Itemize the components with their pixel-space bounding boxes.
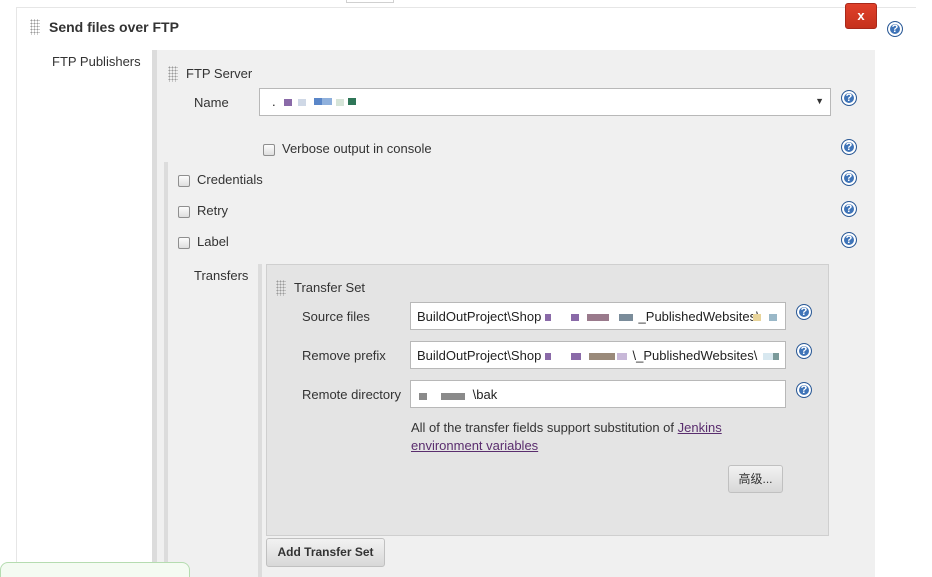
remote-directory-value: \bak: [472, 387, 498, 402]
help-icon[interactable]: ?: [841, 232, 857, 248]
source-files-label: Source files: [302, 309, 370, 324]
notification-bubble: [0, 562, 190, 577]
redacted-block: [336, 99, 344, 106]
help-icon[interactable]: ?: [887, 21, 903, 37]
redacted-block: [284, 99, 292, 106]
redacted-block: [322, 98, 332, 105]
help-icon[interactable]: ?: [841, 139, 857, 155]
remove-prefix-value-suffix: \_PublishedWebsites\: [632, 348, 758, 363]
transfers-label: Transfers: [194, 268, 249, 283]
redacted-block: [773, 353, 779, 360]
help-icon[interactable]: ?: [796, 304, 812, 320]
drag-handle-icon[interactable]: [168, 66, 178, 82]
add-transfer-set-button[interactable]: Add Transfer Set: [266, 538, 385, 567]
drag-handle-icon[interactable]: [276, 280, 286, 296]
redacted-block: [753, 314, 761, 321]
transfer-set-heading: Transfer Set: [294, 280, 366, 295]
label-checkbox[interactable]: [178, 237, 190, 249]
credentials-label: Credentials: [197, 172, 263, 187]
server-name-select[interactable]: . ▼: [259, 88, 831, 116]
redacted-block: [348, 98, 356, 105]
redacted-block: [441, 393, 465, 400]
remote-directory-label: Remote directory: [302, 387, 401, 402]
transfers-bar: [258, 264, 262, 577]
retry-label: Retry: [197, 203, 229, 218]
redacted-block: [587, 314, 609, 321]
verbose-checkbox[interactable]: [263, 144, 275, 156]
help-icon[interactable]: ?: [841, 201, 857, 217]
redacted-block: [571, 314, 579, 321]
redacted-block: [314, 98, 322, 105]
help-icon[interactable]: ?: [796, 382, 812, 398]
server-bar: [164, 162, 168, 577]
info-text: All of the transfer fields support subst…: [411, 419, 751, 455]
source-files-value: BuildOutProject\Shop: [417, 309, 542, 324]
delete-button[interactable]: x: [845, 3, 877, 29]
remove-prefix-input[interactable]: BuildOutProject\Shop \_PublishedWebsites…: [410, 341, 786, 369]
redacted-block: [419, 393, 427, 400]
publisher-bar: [152, 50, 157, 577]
help-icon[interactable]: ?: [796, 343, 812, 359]
top-tab-edge: [346, 0, 394, 3]
redacted-block: [545, 314, 551, 321]
label-label: Label: [197, 234, 229, 249]
source-files-input[interactable]: BuildOutProject\Shop _PublishedWebsites\: [410, 302, 786, 330]
redacted-block: [589, 353, 615, 360]
ftp-server-heading: FTP Server: [186, 66, 253, 81]
credentials-checkbox[interactable]: [178, 175, 190, 187]
server-name-value: .: [272, 94, 276, 109]
section-title: Send files over FTP: [49, 19, 179, 35]
redacted-block: [571, 353, 581, 360]
remove-prefix-value: BuildOutProject\Shop: [417, 348, 542, 363]
redacted-block: [769, 314, 777, 321]
redacted-block: [298, 99, 306, 106]
remote-directory-input[interactable]: \bak: [410, 380, 786, 408]
redacted-block: [619, 314, 633, 321]
remove-prefix-label: Remove prefix: [302, 348, 386, 363]
help-icon[interactable]: ?: [841, 170, 857, 186]
redacted-block: [763, 353, 773, 360]
help-icon[interactable]: ?: [841, 90, 857, 106]
retry-checkbox[interactable]: [178, 206, 190, 218]
redacted-block: [545, 353, 551, 360]
source-files-value-suffix: _PublishedWebsites\: [638, 309, 760, 324]
drag-handle-icon[interactable]: [30, 19, 40, 35]
advanced-button[interactable]: 高级...: [728, 465, 783, 493]
chevron-down-icon: ▼: [815, 96, 824, 106]
ftp-publishers-label: FTP Publishers: [52, 54, 141, 69]
redacted-block: [617, 353, 627, 360]
info-text-body: All of the transfer fields support subst…: [411, 420, 678, 435]
name-label: Name: [194, 95, 229, 110]
verbose-label: Verbose output in console: [282, 141, 432, 156]
